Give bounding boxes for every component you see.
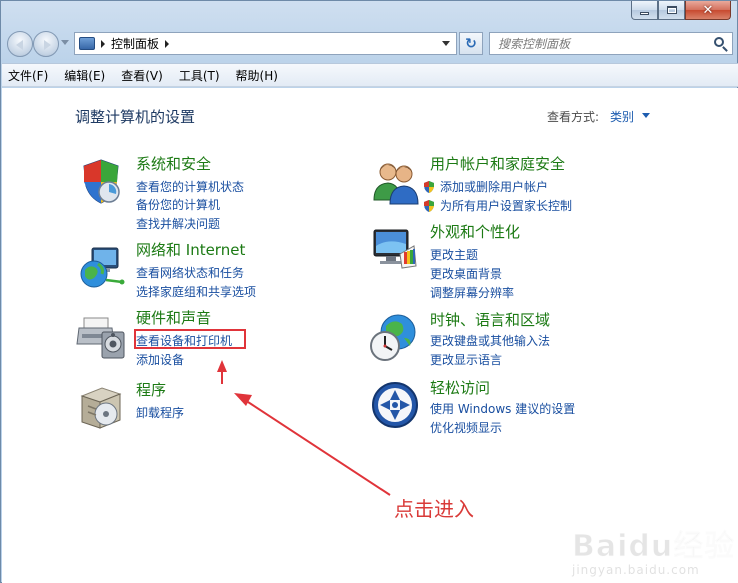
refresh-button[interactable]: ↻ — [459, 32, 483, 55]
menu-view[interactable]: 查看(V) — [121, 67, 163, 84]
search-box[interactable] — [489, 32, 733, 55]
navigation-bar: 控制面板 ↻ — [1, 27, 738, 61]
close-button[interactable]: ✕ — [685, 1, 731, 20]
watermark-url: jingyan.baidu.com — [572, 563, 700, 577]
annotation-click-enter: 点击进入 — [394, 497, 474, 521]
menu-edit[interactable]: 编辑(E) — [64, 67, 105, 84]
annotation-arrowhead-diagonal — [234, 393, 252, 406]
menu-file[interactable]: 文件(F) — [8, 67, 48, 84]
back-button[interactable] — [7, 31, 33, 57]
maximize-icon — [666, 6, 677, 14]
breadcrumb-chevron-icon[interactable] — [165, 39, 170, 48]
breadcrumb-control-panel[interactable]: 控制面板 — [111, 35, 159, 52]
refresh-icon: ↻ — [465, 35, 477, 52]
baidu-watermark: Baidu经验 jingyan.baidu.com — [568, 521, 738, 581]
menu-bar: 文件(F) 编辑(E) 查看(V) 工具(T) 帮助(H) — [2, 63, 738, 87]
maximize-button[interactable] — [658, 1, 685, 20]
search-input[interactable] — [498, 33, 708, 54]
breadcrumb-chevron-icon[interactable] — [101, 39, 105, 48]
highlight-box — [134, 329, 246, 349]
close-icon: ✕ — [702, 2, 714, 18]
watermark-brand: Baidu经验 — [571, 529, 736, 565]
address-dropdown-icon[interactable] — [442, 41, 450, 46]
address-bar[interactable]: 控制面板 — [74, 32, 457, 55]
recent-pages-dropdown[interactable] — [61, 40, 69, 45]
control-panel-window: ✕ 控制面板 ↻ 文件(F) 编辑(E) 查看(V) 工具(T) 帮助(H) 调… — [0, 0, 738, 583]
menu-help[interactable]: 帮助(H) — [236, 67, 278, 84]
control-panel-icon — [79, 37, 95, 50]
annotation-arrowhead-up — [217, 360, 227, 372]
annotation-arrow-diagonal — [247, 401, 391, 496]
search-icon[interactable] — [714, 37, 724, 47]
caption-buttons: ✕ — [631, 1, 731, 21]
menu-tools[interactable]: 工具(T) — [179, 67, 220, 84]
content-area: 调整计算机的设置 查看方式: 类别 系统和安全 查看您的计算机状态 备份您的计算… — [2, 88, 738, 583]
forward-button[interactable] — [33, 31, 59, 57]
annotation-arrows — [217, 360, 391, 496]
minimize-icon — [640, 11, 649, 15]
minimize-button[interactable] — [631, 1, 658, 20]
